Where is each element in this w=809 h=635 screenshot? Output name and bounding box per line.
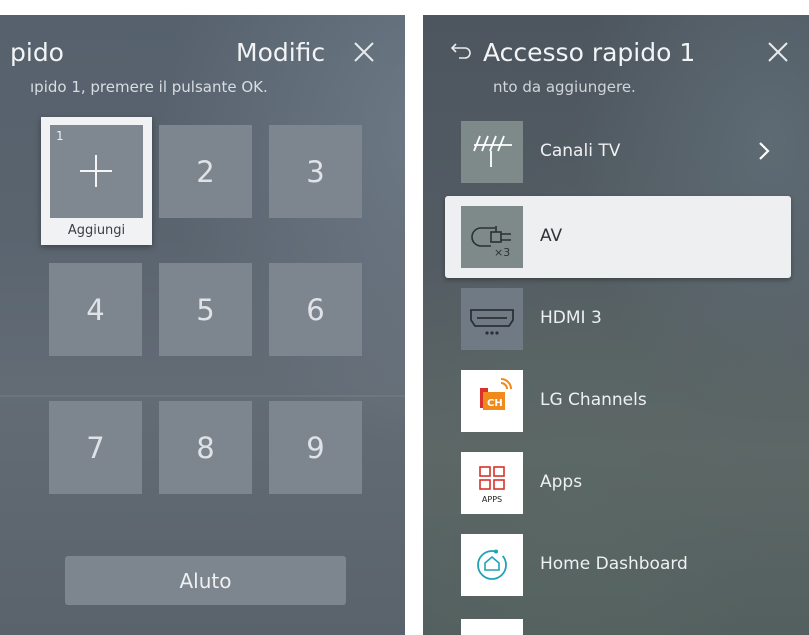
chevron-right-icon bbox=[759, 142, 770, 160]
apps-icon: APPS bbox=[461, 452, 523, 514]
item-label: Home Dashboard bbox=[540, 554, 688, 574]
tile-5[interactable]: 5 bbox=[159, 263, 252, 356]
lg-channels-icon: CH bbox=[461, 370, 523, 432]
tile-3[interactable]: 3 bbox=[269, 125, 362, 218]
close-icon[interactable] bbox=[351, 39, 377, 65]
tile-number: 1 bbox=[56, 129, 64, 143]
tile-4[interactable]: 4 bbox=[49, 263, 142, 356]
antenna-icon bbox=[461, 121, 523, 183]
home-dashboard-icon bbox=[461, 534, 523, 596]
hdmi-icon bbox=[461, 288, 523, 350]
item-label: Canali TV bbox=[540, 141, 621, 161]
edit-button[interactable]: Modific bbox=[236, 38, 325, 67]
item-label: HDMI 3 bbox=[540, 308, 602, 328]
list-item-hdmi-3[interactable]: HDMI 3 bbox=[445, 278, 791, 360]
tile-6[interactable]: 6 bbox=[269, 263, 362, 356]
tile-2[interactable]: 2 bbox=[159, 125, 252, 218]
quick-access-grid-panel: pido Modific ıpido 1, premere il pulsant… bbox=[0, 15, 405, 635]
help-button[interactable]: Aluto bbox=[65, 556, 346, 605]
plus-icon bbox=[80, 155, 112, 187]
back-icon[interactable] bbox=[450, 40, 472, 62]
list-item-partial[interactable] bbox=[461, 619, 523, 635]
tile-7[interactable]: 7 bbox=[49, 401, 142, 494]
list-item-canali-tv[interactable]: Canali TV bbox=[445, 111, 791, 193]
tile-9[interactable]: 9 bbox=[269, 401, 362, 494]
svg-text:×3: ×3 bbox=[494, 246, 510, 259]
item-label: LG Channels bbox=[540, 390, 647, 410]
svg-text:CH: CH bbox=[487, 398, 503, 409]
tile-1-thumb: 1 bbox=[50, 125, 143, 218]
item-label: Apps bbox=[540, 472, 583, 492]
panel-title: pido bbox=[10, 38, 64, 67]
list-item-lg-channels[interactable]: CH LG Channels bbox=[445, 360, 791, 442]
item-label: AV bbox=[540, 226, 563, 246]
av-cable-icon: ×3 bbox=[461, 206, 523, 268]
quick-access-source-panel: Accesso rapido 1 nto da aggiungere. Cana… bbox=[423, 15, 809, 635]
tile-8[interactable]: 8 bbox=[159, 401, 252, 494]
instruction-text: nto da aggiungere. bbox=[493, 78, 636, 96]
instruction-text: ıpido 1, premere il pulsante OK. bbox=[30, 78, 268, 96]
list-item-av[interactable]: ×3 AV bbox=[445, 196, 791, 278]
svg-text:APPS: APPS bbox=[482, 495, 502, 504]
list-item-home-dashboard[interactable]: Home Dashboard bbox=[445, 524, 791, 606]
list-item-apps[interactable]: APPS Apps bbox=[445, 442, 791, 524]
tile-1-selected[interactable]: 1 Aggiungi bbox=[41, 117, 152, 245]
close-icon[interactable] bbox=[765, 39, 791, 65]
tile-caption: Aggiungi bbox=[67, 223, 126, 238]
panel-title: Accesso rapido 1 bbox=[483, 38, 696, 67]
